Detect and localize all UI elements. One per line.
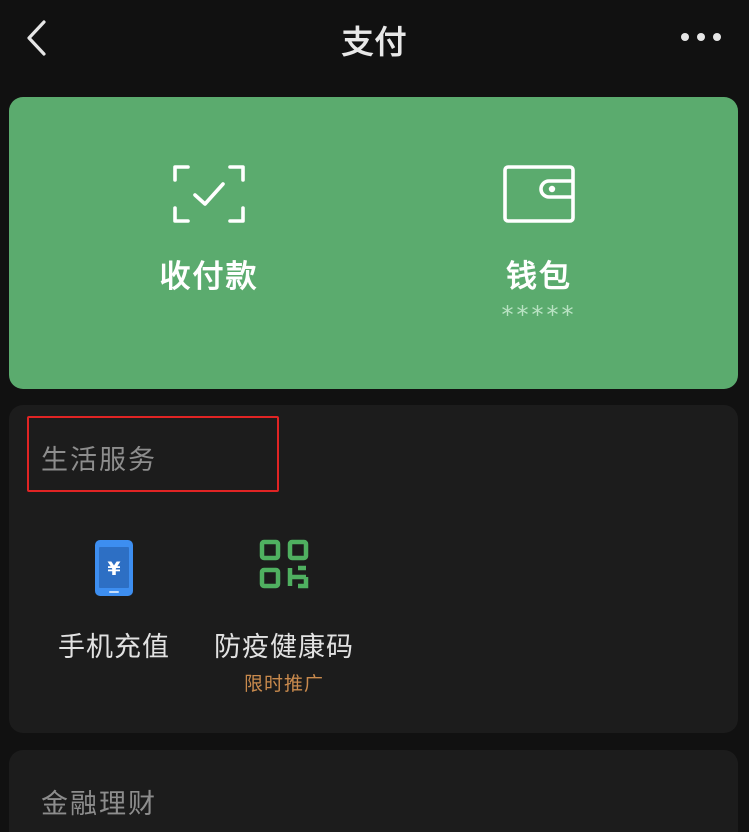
svg-text:¥: ¥	[107, 558, 120, 580]
health-code-button[interactable]: 防疫健康码 限时推广	[199, 535, 369, 695]
finance-card: 金融理财	[9, 750, 738, 832]
qr-code-icon	[259, 539, 309, 589]
wallet-icon	[503, 165, 575, 223]
receive-pay-label: 收付款	[159, 259, 259, 295]
phone-yuan-icon: ¥	[95, 540, 133, 596]
more-dots-icon	[681, 33, 721, 41]
receive-pay-button[interactable]: 收付款	[69, 97, 349, 389]
promo-badge: 限时推广	[243, 673, 324, 695]
wallet-balance-mask: *****	[501, 301, 577, 329]
wallet-button[interactable]: 钱包 *****	[399, 97, 679, 389]
mobile-recharge-label: 手机充值	[58, 632, 170, 663]
more-button[interactable]	[679, 26, 723, 48]
health-code-label: 防疫健康码	[214, 632, 354, 663]
scan-check-icon	[173, 165, 245, 223]
finance-title: 金融理财	[41, 789, 157, 820]
highlight-box	[27, 416, 279, 492]
wallet-label: 钱包	[506, 259, 572, 295]
page-title: 支付	[341, 23, 408, 61]
mobile-recharge-button[interactable]: ¥ 手机充值	[39, 535, 189, 695]
payment-hero-card: 收付款 钱包 *****	[9, 97, 738, 389]
top-nav-bar: 支付	[0, 0, 749, 80]
